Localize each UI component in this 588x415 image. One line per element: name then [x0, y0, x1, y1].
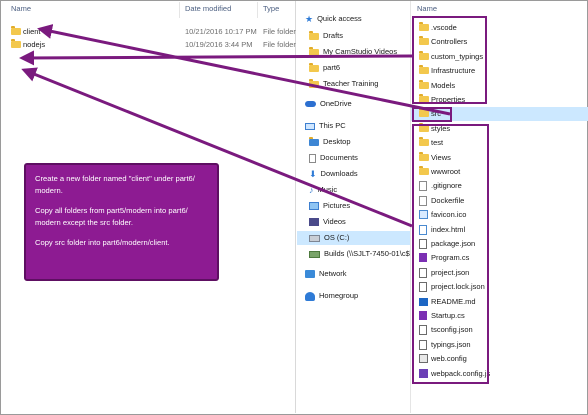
- instruction-callout: Create a new folder named "client" under…: [24, 163, 219, 281]
- nav-item-videos[interactable]: Videos: [309, 215, 346, 229]
- nav-item-teacher-training[interactable]: Teacher Training: [309, 77, 378, 91]
- network-drive-icon: [309, 250, 320, 258]
- video-icon: [309, 218, 319, 227]
- file-date: 10/21/2016 10:17 PM: [185, 27, 257, 36]
- nav-item-part6[interactable]: part6: [309, 61, 340, 75]
- folder-icon: [309, 78, 319, 88]
- nav-item-os-drive[interactable]: OS (C:): [297, 231, 410, 245]
- folder-icon: [309, 46, 319, 56]
- nav-item-pictures[interactable]: Pictures: [309, 199, 350, 213]
- nav-homegroup[interactable]: Homegroup: [305, 289, 358, 303]
- file-date: 10/19/2016 3:44 PM: [185, 40, 253, 49]
- nav-item-builds-share[interactable]: Builds (\\SJLT-7450-01\c$\Re: [309, 247, 410, 261]
- cloud-icon: [305, 101, 316, 108]
- star-icon: ★: [305, 14, 314, 25]
- navigation-pane: ★ Quick access Drafts My CamStudio Videos…: [297, 1, 410, 413]
- nav-onedrive[interactable]: OneDrive: [305, 97, 352, 111]
- nav-quick-access[interactable]: ★ Quick access: [305, 12, 362, 26]
- homegroup-icon: [305, 291, 315, 301]
- nav-item-music[interactable]: ♪ Music: [309, 183, 337, 197]
- column-separator[interactable]: [179, 2, 180, 18]
- file-name: client: [23, 27, 41, 36]
- instruction-copy-folders: Copy all folders from part5/modern into …: [35, 206, 188, 227]
- computer-icon: [305, 122, 315, 130]
- nav-item-desktop[interactable]: Desktop: [309, 135, 351, 149]
- document-icon: [309, 153, 316, 163]
- instruction-copy-src: Copy src folder into part6/modern/client…: [35, 238, 170, 247]
- column-header-name[interactable]: Name: [11, 1, 31, 19]
- file-row-nodejs[interactable]: nodejs 10/19/2016 3:44 PM File folder: [1, 38, 296, 51]
- drive-icon: [309, 234, 320, 242]
- desktop-icon: [309, 136, 319, 146]
- folder-icon: [11, 26, 21, 35]
- column-header-date[interactable]: Date modified: [185, 1, 231, 19]
- file-row-client[interactable]: client 10/21/2016 10:17 PM File folder: [1, 25, 296, 38]
- file-name: nodejs: [23, 40, 46, 49]
- pictures-icon: [309, 202, 319, 211]
- nav-item-documents[interactable]: Documents: [309, 151, 358, 165]
- folder-icon: [309, 30, 319, 40]
- file-type: File folder: [263, 27, 296, 36]
- nav-item-downloads[interactable]: ⬇ Downloads: [309, 167, 358, 181]
- column-header-type[interactable]: Type: [263, 1, 279, 19]
- nav-item-camstudio[interactable]: My CamStudio Videos: [309, 45, 397, 59]
- music-icon: ♪: [309, 185, 314, 196]
- column-separator[interactable]: [257, 2, 258, 18]
- instruction-create-client: Create a new folder named "client" under…: [35, 174, 195, 195]
- nav-item-drafts[interactable]: Drafts: [309, 29, 343, 43]
- highlight-box-folders: [412, 16, 487, 104]
- highlight-box-files: [412, 124, 489, 384]
- nav-this-pc[interactable]: This PC: [305, 119, 346, 133]
- download-icon: ⬇: [309, 169, 317, 180]
- highlight-box-src: [412, 107, 452, 122]
- folder-icon: [309, 62, 319, 72]
- nav-network[interactable]: Network: [305, 267, 347, 281]
- file-type: File folder: [263, 40, 296, 49]
- network-icon: [305, 270, 315, 279]
- folder-icon: [11, 39, 21, 48]
